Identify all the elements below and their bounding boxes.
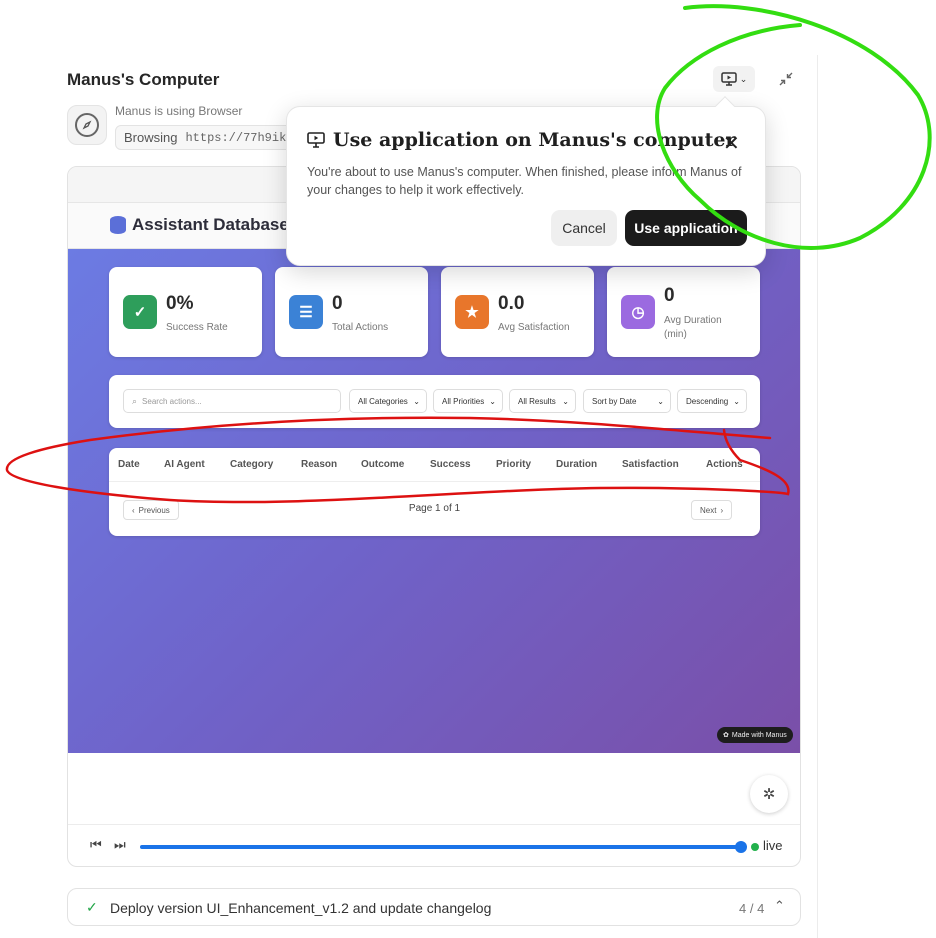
loading-spinner-icon: ✲ [762, 786, 776, 803]
dialog-title: Use application on Manus's computer [333, 129, 736, 151]
monitor-play-icon [720, 72, 737, 86]
category-select[interactable]: All Categories ⌄ [349, 389, 427, 413]
star-icon: ★ [455, 295, 489, 329]
stat-card-avg-duration: ◷ 0 Avg Duration (min) [607, 267, 760, 357]
stat-value: 0 [332, 293, 343, 314]
stat-value: 0 [664, 285, 675, 306]
stat-card-success-rate: ✓ 0% Success Rate [109, 267, 262, 357]
tool-status: Manus is using Browser [115, 104, 243, 118]
actions-table: Date AI Agent Category Reason Outcome Su… [109, 448, 760, 536]
database-icon [110, 216, 126, 234]
column-header[interactable]: Reason [301, 459, 337, 470]
column-header[interactable]: Success [430, 459, 471, 470]
browsing-url: https://77h9ikc [185, 130, 294, 145]
collapse-button[interactable] [771, 66, 801, 92]
select-value: All Results [518, 396, 556, 406]
screen-mode-button[interactable]: ⌄ [713, 66, 755, 92]
compass-icon [75, 113, 99, 137]
panel-title: Manus's Computer [67, 70, 220, 89]
use-application-button[interactable]: Use application [625, 210, 747, 246]
progress-track[interactable] [140, 845, 741, 849]
clock-icon: ◷ [621, 295, 655, 329]
filter-bar: ⌕ Search actions... All Categories ⌄ All… [109, 375, 760, 428]
chevron-down-icon: ⌄ [562, 396, 569, 406]
next-button[interactable]: Next › [691, 500, 733, 520]
browser-viewer: Assistant Database ✓ 0% Success Rate ☰ 0… [67, 166, 801, 867]
column-header[interactable]: Category [230, 459, 273, 470]
live-label: live [763, 838, 783, 853]
made-with-badge[interactable]: ✿ Made with Manus [717, 727, 793, 743]
stat-label: Success Rate [166, 322, 228, 333]
app-screen[interactable]: Assistant Database ✓ 0% Success Rate ☰ 0… [68, 203, 800, 753]
column-header[interactable]: Satisfaction [622, 459, 679, 470]
search-icon: ⌕ [132, 395, 138, 406]
take-control-button[interactable]: ✲ [750, 775, 788, 813]
live-indicator [751, 843, 759, 851]
list-icon: ☰ [289, 295, 323, 329]
check-icon: ✓ [123, 295, 157, 329]
priority-select[interactable]: All Priorities ⌄ [433, 389, 503, 413]
badge-label: Made with Manus [731, 731, 787, 739]
skip-forward-icon[interactable]: ⏭ [114, 837, 126, 853]
column-header[interactable]: Priority [496, 459, 531, 470]
dialog-body: You're about to use Manus's computer. Wh… [307, 165, 742, 197]
manus-logo-icon: ✿ [723, 732, 729, 739]
stat-label: Total Actions [332, 322, 389, 333]
task-row[interactable]: ✓ Deploy version UI_Enhancement_v1.2 and… [67, 888, 801, 926]
close-icon[interactable]: ✕ [723, 131, 740, 156]
chevron-right-icon: › [720, 505, 724, 515]
browsing-label: Browsing [124, 130, 178, 145]
select-value: Sort by Date [592, 396, 637, 406]
skip-back-icon[interactable]: ⏮ [90, 837, 102, 853]
stat-value: 0.0 [498, 293, 525, 314]
column-header[interactable]: Actions [706, 459, 743, 470]
playback-controls: ⏮ ⏭ live [68, 824, 800, 866]
minimize-icon [779, 72, 793, 86]
column-header[interactable]: AI Agent [164, 459, 205, 470]
stat-label: Avg Duration (min) [664, 315, 722, 340]
stat-label: Avg Satisfaction [498, 322, 570, 333]
cancel-button[interactable]: Cancel [551, 210, 617, 246]
chevron-up-icon[interactable]: ⌃ [774, 898, 785, 914]
chevron-down-icon: ⌄ [489, 396, 496, 406]
task-count: 4 / 4 [739, 901, 765, 916]
next-label: Next [700, 505, 717, 515]
stat-card-total-actions: ☰ 0 Total Actions [275, 267, 428, 357]
app-title: Assistant Database [110, 215, 289, 235]
select-value: All Categories [358, 396, 408, 406]
search-placeholder: Search actions... [142, 396, 202, 406]
monitor-play-icon [307, 132, 325, 148]
browser-tool-icon [67, 105, 107, 145]
page-info: Page 1 of 1 [408, 503, 461, 514]
use-application-dialog: Use application on Manus's computer ✕ Yo… [286, 96, 766, 266]
select-value: Descending [686, 396, 729, 406]
chevron-down-icon: ⌄ [739, 73, 748, 84]
stat-value: 0% [166, 293, 194, 314]
chevron-down-icon: ⌄ [733, 396, 740, 406]
result-select[interactable]: All Results ⌄ [509, 389, 576, 413]
app-title-text: Assistant Database [132, 215, 289, 234]
chevron-down-icon: ⌄ [413, 396, 420, 406]
column-header[interactable]: Outcome [361, 459, 404, 470]
task-text: Deploy version UI_Enhancement_v1.2 and u… [110, 900, 492, 916]
browsing-chip: Browsing https://77h9ikc [115, 125, 303, 150]
column-header[interactable]: Duration [556, 459, 597, 470]
progress-handle[interactable] [735, 841, 747, 853]
check-icon: ✓ [86, 899, 98, 915]
sort-select[interactable]: Sort by Date ⌄ [583, 389, 671, 413]
search-input[interactable]: ⌕ Search actions... [123, 389, 341, 413]
column-header[interactable]: Date [118, 459, 140, 470]
stat-card-avg-satisfaction: ★ 0.0 Avg Satisfaction [441, 267, 594, 357]
chevron-down-icon: ⌄ [657, 396, 664, 406]
table-header: Date AI Agent Category Reason Outcome Su… [109, 448, 760, 482]
order-select[interactable]: Descending ⌄ [677, 389, 747, 413]
select-value: All Priorities [442, 396, 485, 406]
